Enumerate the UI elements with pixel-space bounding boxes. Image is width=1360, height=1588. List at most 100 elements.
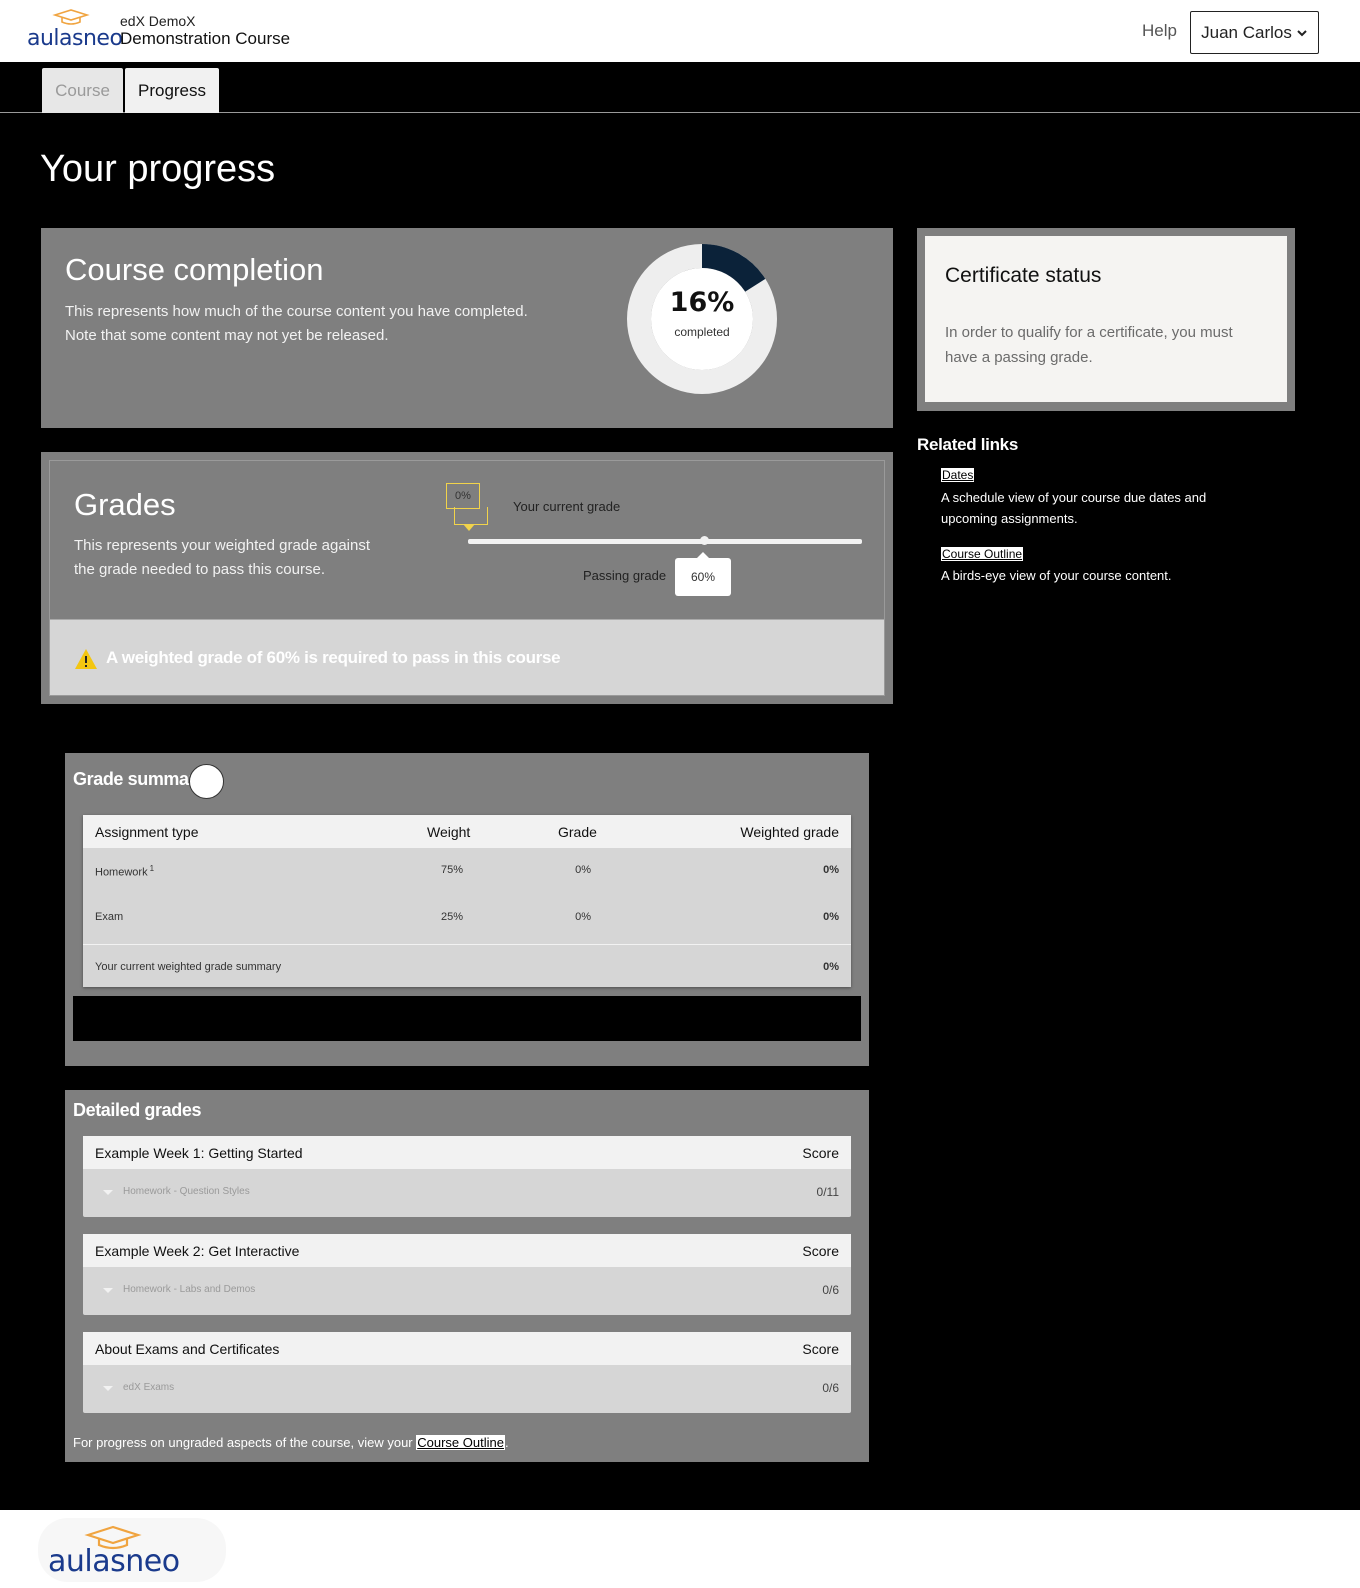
- section-title: Example Week 1: Getting Started: [95, 1145, 303, 1161]
- completion-percent: 16%: [669, 287, 735, 318]
- row-weighted: 0%: [823, 864, 839, 876]
- grade-bar-track: [468, 539, 862, 544]
- col-weighted-grade: Weighted grade: [740, 824, 839, 840]
- graduation-cap-icon: [52, 9, 90, 25]
- summary-total-row: Your current weighted grade summary 0%: [83, 944, 851, 987]
- user-menu-button[interactable]: Juan Carlos: [1190, 11, 1319, 54]
- subsection-row[interactable]: Homework - Question Styles 0/11: [83, 1169, 851, 1217]
- grade-section: About Exams and Certificates Score edX E…: [83, 1332, 851, 1413]
- section-header: About Exams and Certificates Score: [83, 1332, 851, 1365]
- logo-wordmark: aulasneo: [27, 26, 123, 51]
- footnote-suffix: .: [504, 1435, 509, 1450]
- certificate-description: In order to qualify for a certificate, y…: [945, 324, 1233, 366]
- related-links-title: Related links: [917, 435, 1018, 454]
- row-grade: 0%: [575, 864, 591, 876]
- summary-footnote-area: [73, 996, 861, 1041]
- subsection-title[interactable]: Homework - Question Styles: [123, 1186, 250, 1197]
- grade-summary-card: Grade summary Assignment type Weight Gra…: [65, 753, 869, 1066]
- section-title: Example Week 2: Get Interactive: [95, 1243, 300, 1259]
- subsection-title[interactable]: Homework - Labs and Demos: [123, 1284, 255, 1295]
- detailed-grades-title: Detailed grades: [73, 1100, 202, 1120]
- section-header: Example Week 2: Get Interactive Score: [83, 1234, 851, 1267]
- warning-text: A weighted grade of 60% is required to p…: [106, 648, 561, 667]
- ungraded-footnote: For progress on ungraded aspects of the …: [73, 1435, 509, 1450]
- current-grade-pointer: [463, 524, 475, 531]
- subsection-score: 0/6: [822, 1283, 839, 1297]
- course-name: Demonstration Course: [120, 29, 291, 48]
- grade-section: Example Week 2: Get Interactive Score Ho…: [83, 1234, 851, 1315]
- subsection-row[interactable]: edX Exams 0/6: [83, 1365, 851, 1413]
- section-header: Example Week 1: Getting Started Score: [83, 1136, 851, 1169]
- passing-warning-banner: A weighted grade of 60% is required to p…: [50, 619, 884, 695]
- grade-summary-table: Assignment type Weight Grade Weighted gr…: [83, 815, 851, 987]
- score-label: Score: [802, 1243, 839, 1259]
- completion-title: Course completion: [65, 252, 324, 287]
- tab-progress[interactable]: Progress: [125, 68, 219, 113]
- dates-description: A schedule view of your course due dates…: [941, 490, 1207, 526]
- caret-down-icon[interactable]: [103, 1190, 113, 1195]
- completion-description: This represents how much of the course c…: [65, 303, 528, 344]
- grades-description: This represents your weighted grade agai…: [74, 537, 371, 578]
- warning-icon: [75, 649, 97, 669]
- row-weight: 75%: [440, 864, 463, 876]
- subsection-score: 0/11: [816, 1185, 839, 1199]
- tab-course[interactable]: Course: [42, 68, 123, 113]
- total-label: Your current weighted grade summary: [95, 961, 282, 973]
- footnote-prefix: For progress on ungraded aspects of the …: [73, 1435, 417, 1450]
- grade-summary-title: Grade summary: [73, 769, 205, 789]
- col-weight: Weight: [427, 824, 471, 840]
- footer-logo[interactable]: aulasneo: [38, 1518, 226, 1582]
- detailed-grades-card: Detailed grades Example Week 1: Getting …: [65, 1090, 869, 1462]
- subsection-title[interactable]: edX Exams: [123, 1382, 174, 1393]
- certificate-title: Certificate status: [945, 264, 1102, 287]
- passing-grade-value: 60%: [675, 552, 731, 596]
- row-weighted: 0%: [823, 911, 839, 923]
- score-label: Score: [802, 1341, 839, 1357]
- subsection-row[interactable]: Homework - Labs and Demos 0/6: [83, 1267, 851, 1315]
- user-name: Juan Carlos: [1201, 22, 1292, 42]
- completion-donut-chart: 16% completed: [626, 243, 778, 395]
- table-row: Exam 25% 0% 0%: [83, 895, 851, 942]
- aulasneo-logo[interactable]: aulasneo: [27, 8, 123, 51]
- info-icon[interactable]: [189, 764, 224, 799]
- total-value: 0%: [823, 961, 839, 973]
- help-link[interactable]: Help: [1142, 21, 1177, 41]
- course-org: edX DemoX: [120, 13, 196, 29]
- course-outline-link[interactable]: Course Outline: [941, 547, 1024, 561]
- completion-label: completed: [674, 325, 730, 339]
- current-grade-label: Your current grade: [513, 499, 621, 514]
- passing-grade-marker: [700, 536, 709, 545]
- row-weight: 25%: [440, 911, 463, 923]
- passing-grade-label: Passing grade: [583, 568, 667, 583]
- table-header: Assignment type Weight Grade Weighted gr…: [83, 815, 851, 848]
- grade-section: Example Week 1: Getting Started Score Ho…: [83, 1136, 851, 1217]
- section-title: About Exams and Certificates: [95, 1341, 280, 1357]
- col-grade: Grade: [558, 824, 597, 840]
- course-outline-link[interactable]: Course Outline: [416, 1435, 505, 1450]
- footnote-marker: 1: [149, 864, 155, 873]
- caret-down-icon[interactable]: [103, 1288, 113, 1293]
- subsection-score: 0/6: [822, 1381, 839, 1395]
- certificate-status-card: Certificate status In order to qualify f…: [917, 228, 1295, 411]
- dates-link[interactable]: Dates: [941, 468, 975, 482]
- site-header: aulasneo edX DemoX Demonstration Course …: [0, 0, 1360, 62]
- row-grade: 0%: [575, 911, 591, 923]
- page-title: Your progress: [40, 148, 276, 190]
- site-footer: aulasneo: [0, 1510, 1360, 1588]
- col-assignment-type: Assignment type: [95, 824, 199, 840]
- chevron-down-icon: [1297, 29, 1307, 36]
- grades-title: Grades: [74, 487, 176, 522]
- grades-card: Grades This represents your weighted gra…: [41, 452, 893, 704]
- course-tabs: Course Progress: [0, 62, 1360, 113]
- certificate-inner: Certificate status In order to qualify f…: [925, 236, 1287, 402]
- score-label: Score: [802, 1145, 839, 1161]
- row-type: Homework 1: [95, 864, 155, 879]
- current-grade-badge: 0%: [446, 483, 480, 509]
- footer-logo-wordmark: aulasneo: [48, 1544, 180, 1579]
- course-outline-description: A birds-eye view of your course content.: [941, 568, 1172, 583]
- grades-inner: Grades This represents your weighted gra…: [49, 460, 885, 696]
- current-grade-badge-shadow: [454, 507, 488, 525]
- caret-down-icon[interactable]: [103, 1386, 113, 1391]
- table-row: Homework 1 75% 0% 0%: [83, 848, 851, 895]
- course-completion-card: Course completion This represents how mu…: [41, 228, 893, 428]
